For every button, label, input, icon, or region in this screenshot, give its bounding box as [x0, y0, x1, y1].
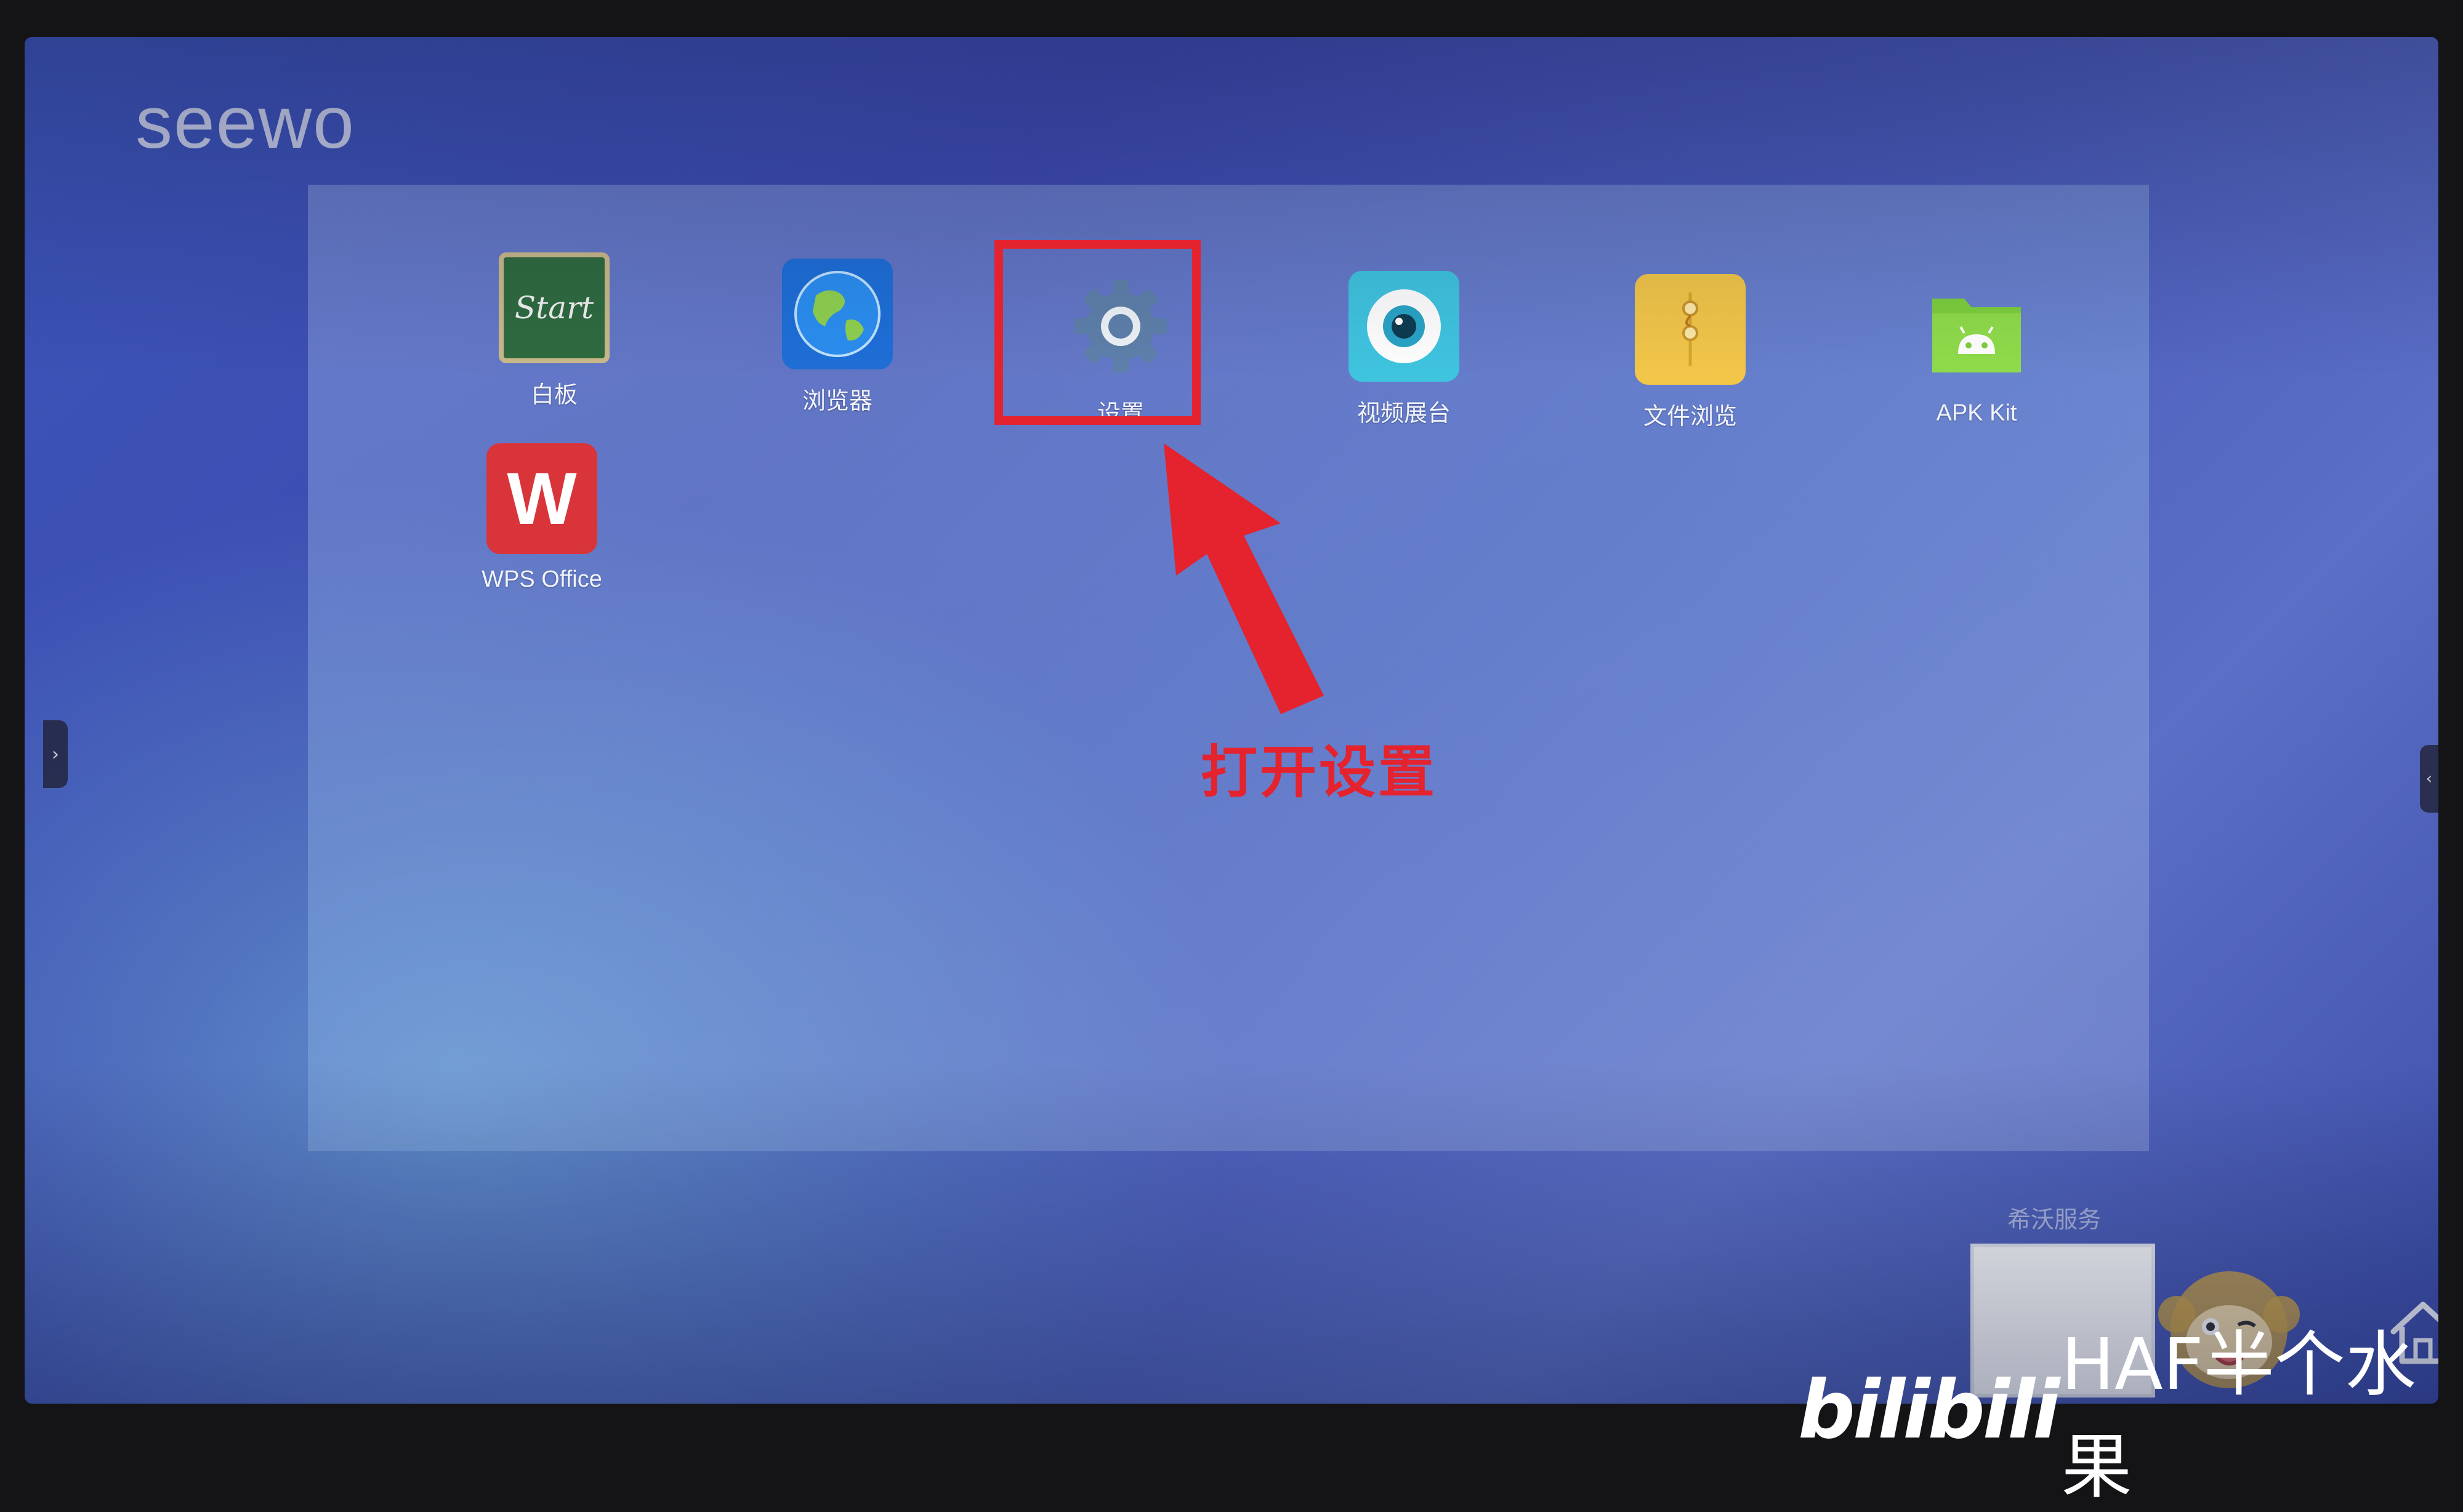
app-label-apk-kit: APK Kit: [1936, 400, 2017, 426]
camera-icon: [1348, 271, 1459, 382]
app-whiteboard[interactable]: Start 白板: [462, 252, 647, 409]
chevron-left-icon: ‹: [2425, 770, 2433, 788]
left-edge-tab[interactable]: ›: [43, 720, 68, 788]
app-label-browser: 浏览器: [802, 388, 873, 414]
app-video-booth[interactable]: 视频展台: [1312, 271, 1496, 428]
android-folder-icon: [1921, 277, 2032, 388]
annotation-text: 打开设置: [1201, 739, 1438, 805]
app-label-video-booth: 视频展台: [1356, 401, 1451, 427]
settings-highlight-box: [994, 240, 1201, 425]
app-wps-office[interactable]: W WPS Office: [449, 443, 634, 593]
watermark: bilibili HAF半个水果: [1798, 1324, 2463, 1508]
watermark-author: HAF半个水果: [2061, 1323, 2416, 1508]
service-label: 希沃服务: [2007, 1206, 2102, 1233]
app-browser[interactable]: 浏览器: [745, 259, 930, 416]
seewo-logo: seewo: [135, 81, 355, 164]
screen: seewo Start 白板 浏览器 设置 视频展台 文件浏览 APK Kit …: [25, 37, 2438, 1404]
globe-icon: [782, 259, 893, 369]
bilibili-logo: bilibili: [1798, 1362, 2060, 1457]
app-label-file-browser: 文件浏览: [1643, 404, 1737, 430]
app-label-whiteboard: 白板: [530, 382, 578, 408]
right-edge-tab[interactable]: ‹: [2420, 745, 2438, 813]
app-label-wps-office: WPS Office: [482, 566, 602, 592]
wps-icon: W: [486, 443, 597, 554]
red-arrow-icon: [1164, 443, 1324, 714]
chevron-right-icon: ›: [52, 743, 59, 765]
envelope-folder-icon: [1635, 274, 1746, 385]
whiteboard-start-text: Start: [514, 290, 594, 326]
app-file-browser[interactable]: 文件浏览: [1598, 274, 1783, 431]
wps-w-glyph: W: [507, 457, 577, 540]
app-apk-kit[interactable]: APK Kit: [1884, 277, 2069, 427]
whiteboard-icon: Start: [499, 252, 610, 363]
